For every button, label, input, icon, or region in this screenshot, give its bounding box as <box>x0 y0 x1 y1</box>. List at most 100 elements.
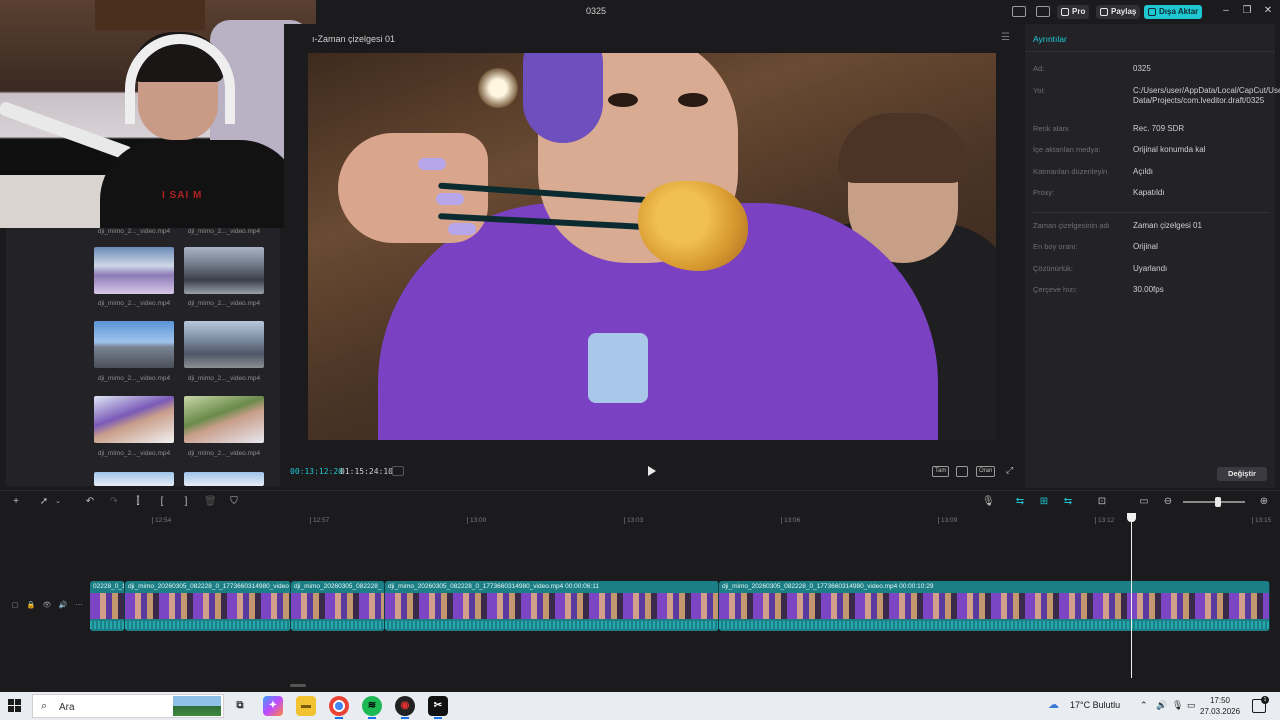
pro-button[interactable]: Pro <box>1057 5 1090 19</box>
timeline-toolbar: + ➚ ⌄ ↶ ↷ ⫿ [ ] 🗑 ⛉ 🎙 ⇆ ⊞ ⇆ ⊡ ▭ ⊖ ⊕ <box>0 491 1280 513</box>
search-placeholder: Ara <box>59 702 75 713</box>
chevron-up-icon[interactable]: ⌃ <box>1140 700 1148 711</box>
preview-axis-icon[interactable]: ⊡ <box>1096 496 1108 508</box>
chevron-down-icon[interactable]: ⌄ <box>52 496 64 508</box>
time-ruler[interactable]: 12:54 12:57 13:00 13:03 13:06 13:09 13:1… <box>0 513 1280 527</box>
change-button[interactable]: Değiştir <box>1217 467 1267 481</box>
play-icon[interactable] <box>648 466 656 476</box>
media-panel: dji_mimo_2..._video.mp4 dji_mimo_2..._vi… <box>6 228 280 486</box>
trim-right-icon[interactable]: ] <box>180 496 192 508</box>
share-icon <box>1100 8 1108 16</box>
player-panel: ı-Zaman çizelgesi 01 ☰ 00:13:12:20 01:15… <box>284 24 1022 488</box>
linkage-icon[interactable]: ⇆ <box>1062 496 1074 508</box>
lock-icon[interactable]: 🔒 <box>26 601 36 611</box>
microphone-icon[interactable]: 🎙 <box>1172 700 1183 711</box>
ruler-tick: 13:06 <box>780 517 801 524</box>
export-button[interactable]: Dışa Aktar <box>1144 5 1203 19</box>
select-tool-icon[interactable]: ➚ <box>38 496 50 508</box>
file-explorer-icon[interactable]: ▬ <box>296 696 316 716</box>
playhead-line[interactable] <box>1131 513 1132 678</box>
split-icon[interactable]: ⫿ <box>132 496 144 508</box>
video-clip[interactable]: 02228_0_17 <box>90 581 125 631</box>
ruler-tick: 12:57 <box>309 517 330 524</box>
export-icon <box>1148 8 1156 16</box>
media-thumbnail[interactable] <box>184 247 264 294</box>
media-thumbnail[interactable] <box>184 472 264 486</box>
windows-start-icon[interactable] <box>8 699 22 713</box>
obs-icon[interactable]: ◉ <box>395 696 415 719</box>
fullscreen-icon[interactable]: ⤢ <box>1004 466 1014 477</box>
minimize-icon[interactable]: – <box>1220 5 1232 17</box>
full-quality-button[interactable]: Tam <box>932 466 950 477</box>
microphone-arm <box>0 100 134 162</box>
media-label: dji_mimo_2..._video.mp4 <box>187 450 261 457</box>
zoom-slider-handle[interactable] <box>1215 497 1221 507</box>
media-label: dji_mimo_2..._video.mp4 <box>187 228 261 235</box>
crop-icon[interactable] <box>956 466 968 477</box>
player-title: ı-Zaman çizelgesi 01 <box>312 34 396 44</box>
video-clip[interactable]: dji_mimo_20260305_082228_ <box>291 581 385 631</box>
magnet-icon[interactable]: ⊞ <box>1038 496 1050 508</box>
zoom-slider-track[interactable] <box>1183 501 1245 503</box>
shield-icon[interactable]: ⛉ <box>228 496 240 508</box>
media-thumbnail[interactable] <box>94 247 174 294</box>
grid-icon[interactable] <box>392 466 404 476</box>
nail <box>448 223 476 235</box>
weather-text[interactable]: 17°C Bulutlu <box>1070 700 1120 710</box>
video-clip[interactable]: dji_mimo_20260305_082228_0_1773660314980… <box>719 581 1270 631</box>
shirt-print: I SAI M <box>162 190 203 201</box>
details-header: Ayrıntılar <box>1025 24 1275 52</box>
task-view-icon[interactable]: ⧉ <box>230 696 250 716</box>
video-preview[interactable] <box>308 53 996 440</box>
menu-icon[interactable]: ☰ <box>1001 32 1010 43</box>
weather-icon: ☁ <box>1048 699 1059 711</box>
video-clip[interactable]: dji_mimo_20260305_082228_0_1773660314980… <box>125 581 291 631</box>
copilot-icon[interactable]: ✦ <box>263 696 283 716</box>
delete-icon[interactable]: 🗑 <box>204 496 217 508</box>
details-panel: Ayrıntılar Ad: 0325 Yol: C:/Users/user/App… <box>1025 24 1280 488</box>
link-main-track-icon[interactable]: ⇆ <box>1014 496 1026 508</box>
ratio-button[interactable]: Oran <box>976 466 996 477</box>
spotify-icon[interactable]: ≋ <box>362 696 382 719</box>
media-thumbnail[interactable] <box>184 321 264 368</box>
zoom-in-icon[interactable]: ⊕ <box>1258 496 1270 508</box>
player-header: ı-Zaman çizelgesi 01 ☰ <box>284 24 1022 52</box>
layout-icon[interactable] <box>1012 6 1026 17</box>
speaker-icon[interactable]: 🔊 <box>1156 700 1167 711</box>
redo-icon[interactable]: ↷ <box>108 496 120 508</box>
volume-icon[interactable]: 🔊 <box>58 601 68 611</box>
microphone-icon[interactable]: 🎙 <box>982 496 995 508</box>
horizontal-scrollbar[interactable] <box>290 684 306 687</box>
share-button[interactable]: Paylaş <box>1096 5 1141 19</box>
playhead-handle[interactable] <box>1127 513 1136 522</box>
network-icon[interactable]: ▭ <box>1187 700 1196 711</box>
video-clip[interactable]: dji_mimo_20260305_082228_0_1773660314980… <box>385 581 719 631</box>
ceiling-lamp <box>478 68 518 108</box>
taskbar-clock[interactable]: 17:50 27.03.2026 <box>1200 695 1240 717</box>
search-highlight-image <box>173 696 221 716</box>
eye-icon[interactable]: 👁 <box>42 601 52 611</box>
close-icon[interactable]: ✕ <box>1262 5 1274 17</box>
cover-icon[interactable]: ▢ <box>10 601 20 611</box>
media-thumbnail[interactable] <box>94 472 174 486</box>
chrome-icon[interactable] <box>329 696 349 719</box>
ruler-tick: 13:00 <box>466 517 487 524</box>
divider <box>1033 212 1269 213</box>
capcut-icon[interactable]: ✂ <box>428 696 448 719</box>
main-track: 02228_0_17 dji_mimo_20260305_082228_0_17… <box>90 581 1270 631</box>
add-icon[interactable]: + <box>10 496 22 508</box>
undo-icon[interactable]: ↶ <box>84 496 96 508</box>
shortcut-icon[interactable] <box>1036 6 1050 17</box>
media-thumbnail[interactable] <box>94 321 174 368</box>
capcut-window: 0325 Pro Paylaş Dışa Aktar – ❐ ✕ dji_mim… <box>0 0 1280 720</box>
clock-date: 27.03.2026 <box>1200 707 1241 716</box>
media-thumbnail[interactable] <box>94 396 174 443</box>
more-icon[interactable]: ⋯ <box>74 601 84 611</box>
media-thumbnail[interactable] <box>184 396 264 443</box>
maximize-icon[interactable]: ❐ <box>1241 5 1253 17</box>
zoom-out-icon[interactable]: ⊖ <box>1162 496 1174 508</box>
caption-icon[interactable]: ▭ <box>1138 496 1150 508</box>
trim-left-icon[interactable]: [ <box>156 496 168 508</box>
taskbar-search[interactable]: ⌕ Ara <box>32 694 224 718</box>
media-label: dji_mimo_2..._video.mp4 <box>187 300 261 307</box>
